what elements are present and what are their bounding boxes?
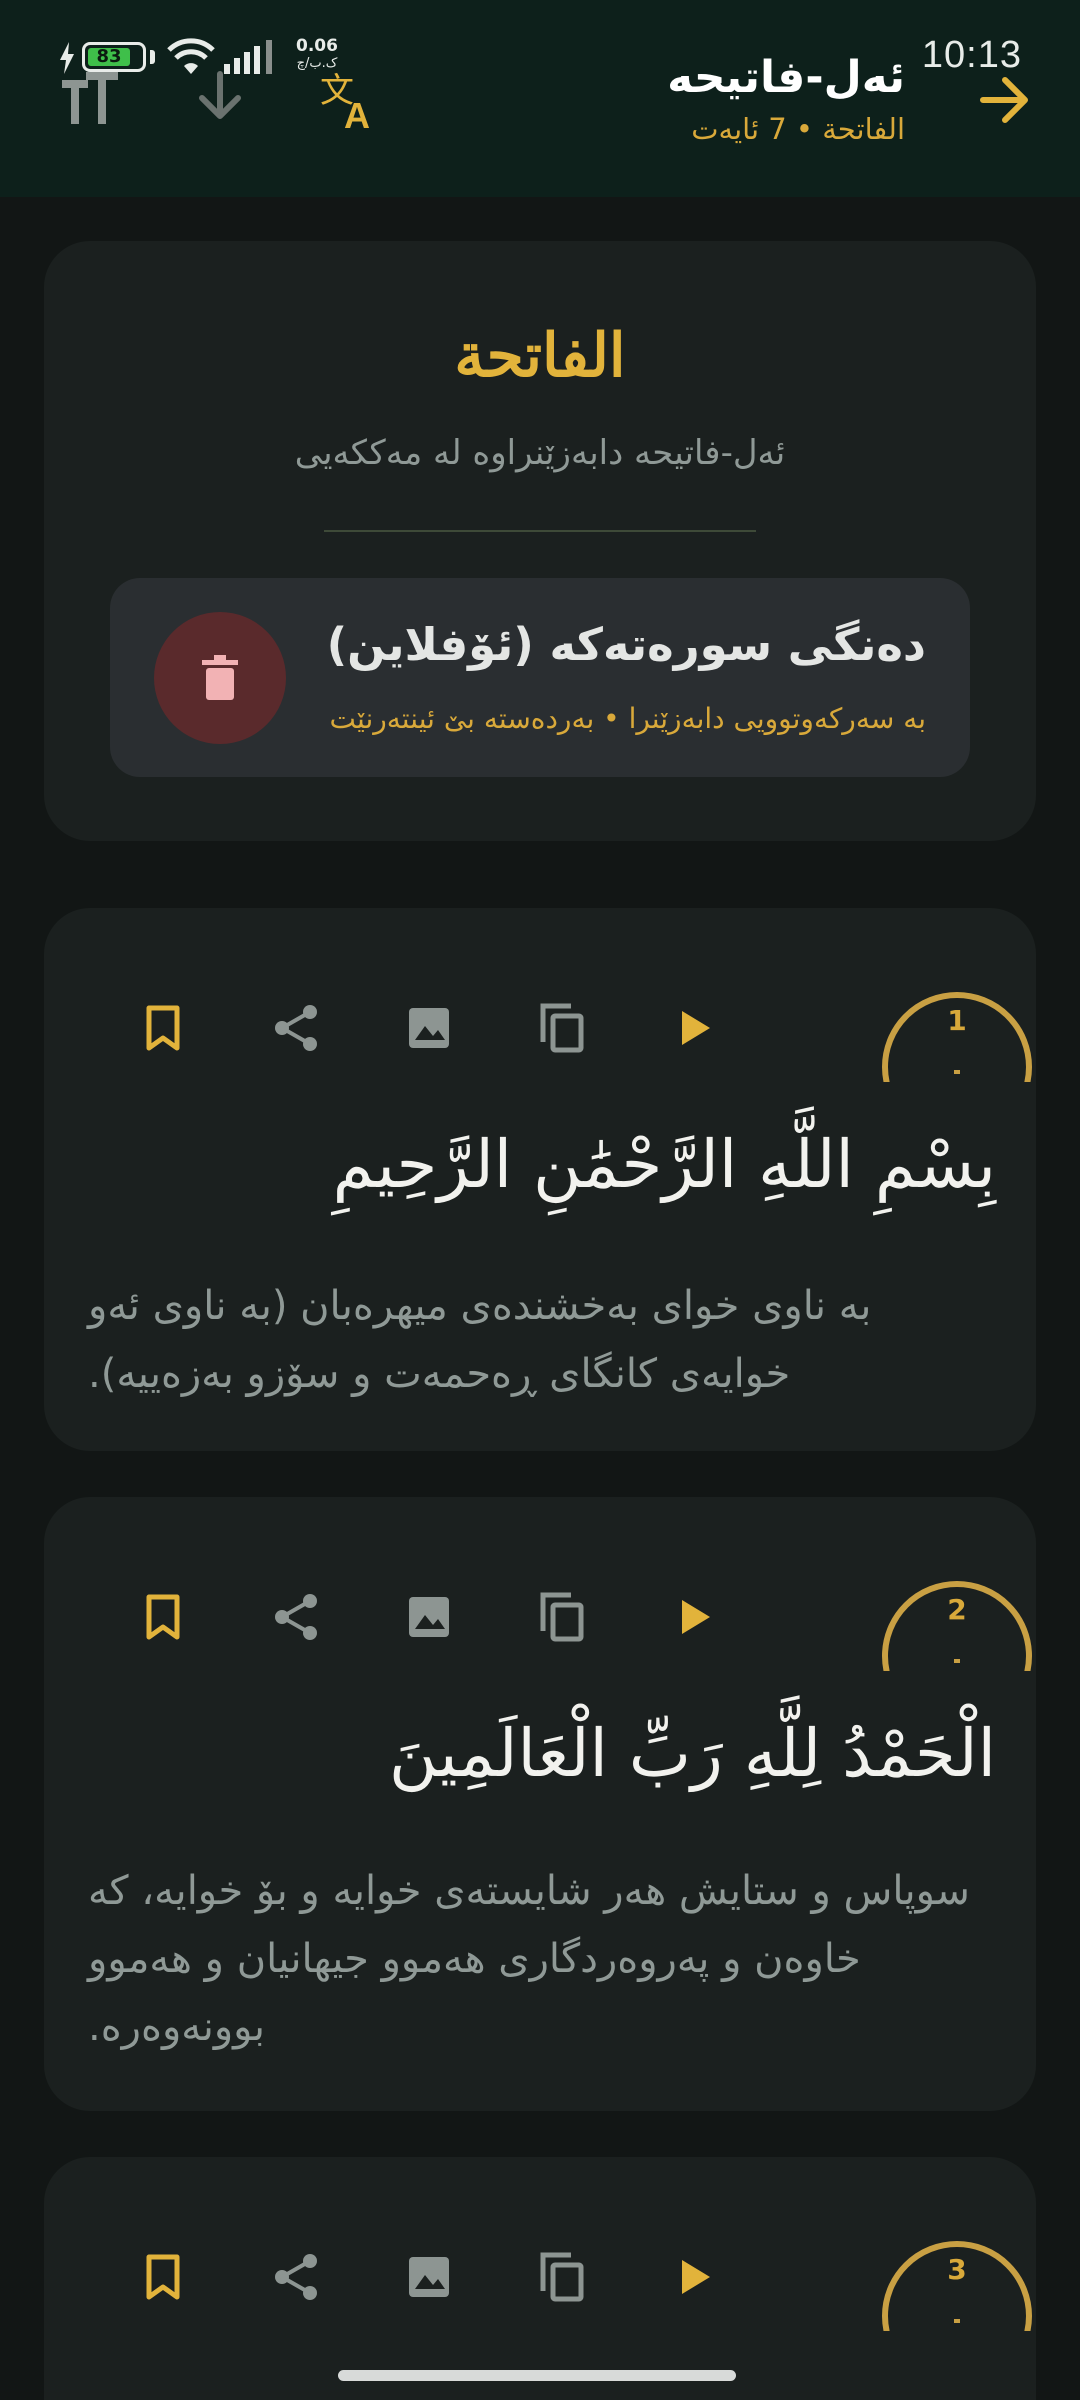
ayah-number-badge: 1 <box>882 992 1032 1082</box>
ayah-arabic-text: الْحَمْدُ لِلَّهِ رَبِّ الْعَالَمِينَ <box>389 1715 996 1792</box>
bookmark-button[interactable] <box>128 2242 198 2312</box>
ayah-number-tick <box>954 2319 960 2323</box>
surah-description: ئەل-فاتیحە دابەزێنراوە لە مەککەیی <box>294 433 786 473</box>
bookmark-button[interactable] <box>128 1582 198 1652</box>
copy-button[interactable] <box>527 993 597 1063</box>
copy-button[interactable] <box>527 2242 597 2312</box>
ayah-number: 3 <box>947 2253 967 2286</box>
play-button[interactable] <box>660 2242 730 2312</box>
image-button[interactable] <box>394 2242 464 2312</box>
play-button[interactable] <box>660 993 730 1063</box>
play-icon <box>682 1011 710 1045</box>
play-icon <box>682 2260 710 2294</box>
play-button[interactable] <box>660 1582 730 1652</box>
status-bar: 10:13 83 0.06 ک.ب/چ <box>0 0 1080 76</box>
ayah-number: 2 <box>947 1593 967 1626</box>
screen: 10:13 83 0.06 ک.ب/چ ئەل-فاتیحە الفاتحة •… <box>0 0 1080 2400</box>
back-arrow-icon[interactable] <box>975 70 1035 130</box>
copy-icon <box>540 1003 584 1053</box>
text-size-icon[interactable] <box>58 68 122 132</box>
share-button[interactable] <box>261 1582 331 1652</box>
ayah-card: 2 الْحَمْدُ لِلَّهِ رَبِّ الْعَالَمِينَ … <box>44 1497 1036 2111</box>
share-icon <box>275 1005 317 1051</box>
delete-audio-button[interactable] <box>154 612 286 744</box>
ayah-number-tick <box>954 1070 960 1074</box>
offline-audio-box: دەنگی سورەتەکە (ئۆفلاین) بە سەرکەوتوویی … <box>110 578 970 777</box>
bookmark-icon <box>146 1005 180 1051</box>
ayah-translation: بە ناوی خوای بەخشندەی میهرەبان (بە ناوی … <box>88 1283 872 1397</box>
share-button[interactable] <box>261 2242 331 2312</box>
divider <box>324 530 756 532</box>
ayah-actions <box>128 1582 778 1652</box>
copy-icon <box>540 1592 584 1642</box>
surah-info-card: الفاتحة ئەل-فاتیحە دابەزێنراوە لە مەککەی… <box>44 241 1036 841</box>
play-icon <box>682 1600 710 1634</box>
share-icon <box>275 2254 317 2300</box>
bookmark-button[interactable] <box>128 993 198 1063</box>
audio-status: بە سەرکەوتوویی دابەزێنرا • بەردەستە بێ ئ… <box>329 702 926 735</box>
battery-level: 83 <box>88 48 130 66</box>
page-subtitle: الفاتحة • 7 ئایەت <box>691 112 905 146</box>
surah-arabic-name: الفاتحة <box>454 321 626 391</box>
network-speed: 0.06 ک.ب/چ <box>292 38 342 72</box>
copy-icon <box>540 2252 584 2302</box>
image-icon <box>409 1008 449 1048</box>
ayah-actions <box>128 993 778 1063</box>
share-icon <box>275 1594 317 1640</box>
share-button[interactable] <box>261 993 331 1063</box>
image-button[interactable] <box>394 993 464 1063</box>
network-speed-value: 0.06 <box>296 36 338 56</box>
ayah-number-tick <box>954 1659 960 1663</box>
ayah-number-badge: 2 <box>882 1581 1032 1671</box>
home-indicator[interactable] <box>338 2370 736 2381</box>
battery-tip <box>150 50 155 64</box>
ayah-actions <box>128 2242 778 2312</box>
image-icon <box>409 1597 449 1637</box>
bookmark-icon <box>146 2254 180 2300</box>
image-button[interactable] <box>394 1582 464 1652</box>
ayah-translation: سوپاس و ستایش هەر شایستەی خوایە و بۆ خوا… <box>88 1868 970 2050</box>
audio-title: دەنگی سورەتەکە (ئۆفلاین) <box>326 618 926 671</box>
download-icon[interactable] <box>188 68 252 132</box>
app-header: 10:13 83 0.06 ک.ب/چ ئەل-فاتیحە الفاتحة •… <box>0 0 1080 197</box>
ayah-card: 1 بِسْمِ اللَّهِ الرَّحْمَٰنِ الرَّحِيمِ… <box>44 908 1036 1451</box>
ayah-arabic-text: بِسْمِ اللَّهِ الرَّحْمَٰنِ الرَّحِيمِ <box>332 1126 996 1203</box>
bookmark-icon <box>146 1594 180 1640</box>
trash-icon <box>202 655 238 700</box>
translate-icon[interactable]: 文 A <box>318 68 382 132</box>
ayah-card: 3 <box>44 2157 1036 2400</box>
ayah-number-badge: 3 <box>882 2241 1032 2331</box>
copy-button[interactable] <box>527 1582 597 1652</box>
page-title: ئەل-فاتیحە <box>667 52 905 103</box>
image-icon <box>409 2257 449 2297</box>
ayah-number: 1 <box>947 1004 967 1037</box>
svg-text:A: A <box>344 95 370 132</box>
